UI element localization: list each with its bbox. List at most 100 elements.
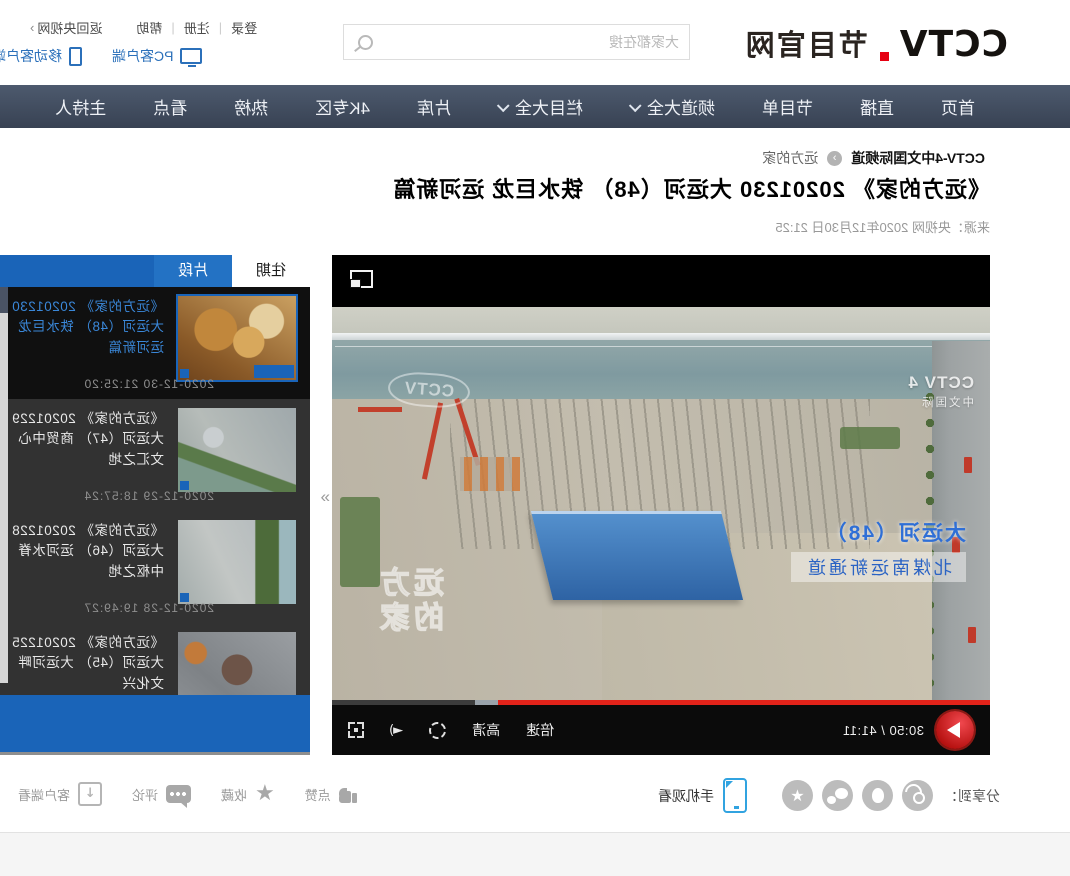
search-input[interactable]	[373, 34, 689, 50]
cctv-video-page: CCTV 节目官网 登录 | 注册 | 帮助 返回央视网 › PC客户端 移动客…	[0, 0, 1070, 876]
nav-library[interactable]: 片库	[417, 94, 451, 119]
client-watch-button[interactable]: ↓ 客户端看	[18, 782, 102, 806]
episode-overlay-subtitle: 北煤南运新通道	[791, 552, 966, 582]
qq-share-icon[interactable]	[862, 780, 893, 811]
mobile-client-link[interactable]: 移动客户端	[0, 46, 82, 66]
episode-thumbnail	[176, 294, 298, 382]
list-item[interactable]: 《远方的家》 20201225 大运河（45） 大运河畔 文化兴	[0, 623, 310, 695]
login-link[interactable]: 登录	[231, 18, 257, 37]
page-title: 《远方的家》 20201230 大运河（48） 铁水巨龙 运河新篇	[392, 172, 990, 204]
main-nav: 首页 直播 节目单 频道大全 栏目大全 片库 4K专区 热榜 看点 主持人	[0, 85, 1070, 128]
program-watermark: 远方 的家	[376, 567, 444, 636]
like-label: 点赞	[305, 785, 331, 804]
logo-red-dot	[880, 52, 889, 61]
chevron-down-icon	[497, 99, 510, 112]
favorite-label: 收藏	[221, 785, 247, 804]
video-crane	[358, 407, 402, 412]
pc-client-link[interactable]: PC客户端	[112, 46, 202, 66]
scrollbar-thumb[interactable]	[0, 287, 8, 313]
list-item[interactable]: 《远方的家》 20201230 大运河（48） 铁水巨龙 运河新篇 2020-1…	[0, 287, 310, 399]
episode-thumbnail	[178, 520, 296, 604]
controls-right: 倍速 高清 ◄)	[348, 720, 554, 740]
thumbs-up-icon	[339, 786, 357, 803]
sidebar-collapse-icon[interactable]: »	[321, 487, 330, 507]
tab-clips[interactable]: 片段	[154, 255, 232, 287]
video-blue-roof-building	[531, 511, 743, 600]
client-watch-label: 客户端看	[18, 785, 70, 804]
station-sub-text: 中文国际	[908, 394, 974, 410]
nav-home[interactable]: 首页	[941, 94, 975, 119]
comment-button[interactable]: 评论	[132, 785, 191, 804]
speed-button[interactable]: 倍速	[526, 720, 554, 740]
station-watermark: CCTV 4 中文国际	[908, 373, 974, 410]
breadcrumb: CCTV-4中文国际频道 › 远方的家	[762, 148, 985, 168]
nav-4k[interactable]: 4K专区	[315, 94, 370, 119]
video-conveyor-bridge	[332, 333, 990, 340]
list-item[interactable]: 《远方的家》 20201228 大运河（46） 运河水脊 中枢之地 2020-1…	[0, 511, 310, 623]
nav-channels[interactable]: 频道大全	[630, 94, 715, 119]
controls-row: 30:50 / 41:11 倍速 高清 ◄)	[332, 705, 990, 755]
comment-label: 评论	[132, 785, 158, 804]
episode-date: 2020-12-30 21:25:20	[84, 377, 214, 391]
client-links: PC客户端 移动客户端	[0, 46, 202, 66]
mobile-client-label: 移动客户端	[0, 46, 62, 66]
qzone-share-icon[interactable]: ★	[782, 780, 813, 811]
breadcrumb-arrow-icon: ›	[827, 151, 842, 166]
video-player[interactable]: CCTV 4 中文国际 CCTV 大运河（48） 北煤南运新通道 远方 的家 3…	[332, 255, 990, 755]
engagement-group: 点赞 ★ 收藏 评论 ↓ 客户端看	[18, 782, 357, 806]
source-line: 来源：央视网 2020年12月30日 21:25	[775, 217, 990, 236]
episode-overlay-title: 大运河（48）	[791, 517, 966, 547]
tab-past-episodes[interactable]: 往期	[232, 255, 310, 287]
video-truck	[968, 627, 976, 643]
mobile-watch-label: 手机观看	[658, 786, 714, 806]
nav-hosts[interactable]: 主持人	[55, 94, 106, 119]
playlist-sidebar: 往期 片段 《远方的家》 20201230 大运河（48） 铁水巨龙 运河新篇 …	[0, 255, 310, 755]
back-to-cctv-link[interactable]: 返回央视网	[37, 18, 102, 37]
mobile-phone-icon	[723, 778, 747, 813]
like-button[interactable]: 点赞	[305, 785, 357, 804]
list-scrollbar[interactable]	[0, 287, 8, 683]
site-logo[interactable]: CCTV 节目官网	[744, 22, 1008, 65]
nav-hot[interactable]: 热榜	[234, 94, 268, 119]
fullscreen-icon[interactable]	[348, 722, 364, 738]
player-controls: 30:50 / 41:11 倍速 高清 ◄)	[332, 700, 990, 755]
nav-highlights[interactable]: 看点	[153, 94, 187, 119]
register-link[interactable]: 注册	[184, 18, 210, 37]
page-footer	[0, 832, 1070, 876]
video-machinery	[460, 457, 520, 491]
episode-title: 《远方的家》 20201229 大运河（47） 商贸中心 文汇之地	[8, 409, 164, 470]
wechat-share-icon[interactable]	[822, 780, 853, 811]
video-greenery	[840, 427, 900, 449]
search-icon[interactable]	[358, 35, 373, 50]
settings-gear-icon[interactable]	[429, 722, 446, 739]
episode-date: 2020-12-29 18:57:24	[84, 489, 214, 503]
video-truck	[964, 457, 972, 473]
breadcrumb-program[interactable]: 远方的家	[762, 148, 818, 168]
nav-live[interactable]: 直播	[860, 94, 894, 119]
phone-icon	[69, 47, 82, 66]
weibo-share-icon[interactable]	[902, 780, 933, 811]
divider: |	[171, 20, 174, 35]
volume-icon[interactable]: ◄)	[390, 723, 403, 738]
video-frame: CCTV 4 中文国际 CCTV 大运河（48） 北煤南运新通道 远方 的家	[332, 307, 990, 700]
mobile-watch[interactable]: 手机观看	[658, 778, 747, 813]
nav-programs[interactable]: 栏目大全	[498, 94, 583, 119]
video-crane	[422, 402, 443, 479]
play-button[interactable]	[936, 711, 974, 749]
search-box[interactable]	[343, 24, 690, 60]
station-logo-text: CCTV 4	[908, 373, 974, 393]
action-bar: 分享到： ★ 手机观看 点赞 ★ 收藏 评论 ↓	[0, 772, 1070, 822]
favorite-button[interactable]: ★ 收藏	[221, 784, 275, 804]
episode-thumbnail	[178, 632, 296, 695]
help-link[interactable]: 帮助	[136, 18, 162, 37]
breadcrumb-channel[interactable]: CCTV-4中文国际频道	[851, 148, 985, 168]
mini-window-icon[interactable]	[350, 270, 373, 288]
list-item[interactable]: 《远方的家》 20201229 大运河（47） 商贸中心 文汇之地 2020-1…	[0, 399, 310, 511]
site-name: 节目官网	[744, 22, 868, 65]
cctv-logo-text: CCTV	[899, 24, 1008, 65]
nav-schedule[interactable]: 节目单	[762, 94, 813, 119]
account-links: 登录 | 注册 | 帮助 返回央视网 ›	[30, 18, 257, 37]
episode-title: 《远方的家》 20201225 大运河（45） 大运河畔 文化兴	[8, 633, 164, 694]
episode-list: 《远方的家》 20201230 大运河（48） 铁水巨龙 运河新篇 2020-1…	[0, 287, 310, 695]
quality-button[interactable]: 高清	[472, 720, 500, 740]
